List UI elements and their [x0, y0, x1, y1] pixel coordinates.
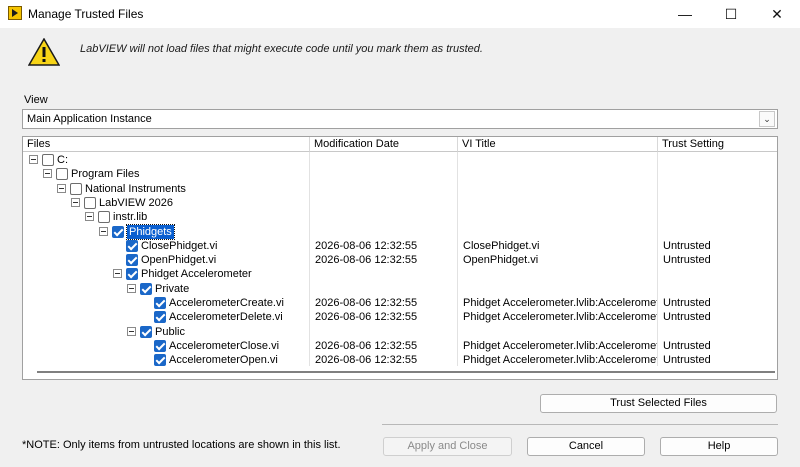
collapse-toggle-icon[interactable] [99, 226, 108, 236]
file-name[interactable]: instr.lib [113, 210, 147, 224]
untrusted-note: *NOTE: Only items from untrusted locatio… [22, 439, 341, 451]
table-row[interactable]: AccelerometerClose.vi 2026-08-06 12:32:55… [23, 339, 777, 353]
trust-checkbox[interactable] [140, 282, 152, 295]
trust-checkbox[interactable] [140, 325, 152, 338]
file-name[interactable]: Public [155, 325, 185, 339]
trust-checkbox[interactable] [70, 182, 82, 195]
trust-setting-cell: Untrusted [663, 297, 711, 309]
separator [382, 424, 778, 425]
trust-checkbox[interactable] [84, 196, 96, 209]
file-name[interactable]: National Instruments [85, 182, 186, 196]
table-row[interactable]: Phidget Accelerometer [23, 267, 777, 281]
table-row[interactable]: Phidgets [23, 223, 777, 240]
table-row[interactable]: AccelerometerDelete.vi 2026-08-06 12:32:5… [23, 310, 777, 324]
modification-date-cell: 2026-08-06 12:32:55 [315, 354, 418, 367]
file-name[interactable]: ClosePhidget.vi [141, 239, 217, 253]
apply-and-close-button[interactable]: Apply and Close [383, 437, 512, 456]
file-name[interactable]: Program Files [71, 167, 139, 181]
trust-checkbox[interactable] [112, 225, 124, 238]
files-tree-table[interactable]: Files Modification Date VI Title Trust S… [22, 136, 778, 380]
trust-checkbox[interactable] [126, 268, 138, 281]
file-name[interactable]: LabVIEW 2026 [99, 196, 173, 210]
table-row[interactable]: C: [23, 153, 777, 167]
collapse-toggle-icon[interactable] [127, 326, 136, 336]
collapse-toggle-icon[interactable] [85, 212, 94, 222]
view-dropdown[interactable]: Main Application Instance ⌄ [22, 109, 778, 129]
vi-title-cell: ClosePhidget.vi [463, 239, 540, 252]
warning-message: LabVIEW will not load files that might e… [80, 43, 483, 55]
collapse-toggle-icon[interactable] [29, 155, 38, 164]
horizontal-scrollbar[interactable] [37, 371, 775, 373]
table-row[interactable]: LabVIEW 2026 [23, 196, 777, 210]
table-row[interactable]: Program Files [23, 167, 777, 181]
minimize-button[interactable]: — [662, 0, 708, 28]
trust-checkbox[interactable] [126, 254, 138, 267]
file-name[interactable]: Private [155, 282, 189, 296]
column-header-modification-date[interactable]: Modification Date [310, 137, 458, 152]
maximize-button[interactable]: ☐ [708, 0, 754, 28]
file-name[interactable]: AccelerometerDelete.vi [169, 310, 283, 324]
chevron-down-icon[interactable]: ⌄ [759, 111, 775, 127]
window-title: Manage Trusted Files [28, 7, 144, 21]
labview-icon [8, 6, 22, 20]
trust-checkbox[interactable] [56, 168, 68, 181]
close-button[interactable]: ✕ [754, 0, 800, 28]
modification-date-cell: 2026-08-06 12:32:55 [315, 339, 418, 352]
column-header-files[interactable]: Files [23, 137, 310, 152]
collapse-toggle-icon[interactable] [57, 183, 66, 193]
file-name[interactable]: AccelerometerCreate.vi [169, 296, 284, 310]
trust-checkbox[interactable] [154, 354, 166, 367]
trust-setting-cell: Untrusted [663, 254, 711, 267]
trust-setting-cell: Untrusted [663, 239, 711, 252]
table-row[interactable]: Public [23, 325, 777, 339]
collapse-toggle-icon[interactable] [127, 283, 136, 293]
trust-checkbox[interactable] [154, 339, 166, 352]
vi-title-cell: OpenPhidget.vi [463, 254, 539, 267]
title-bar: Manage Trusted Files — ☐ ✕ [0, 0, 800, 28]
vi-title-cell: Phidget Accelerometer.lvlib:Acceleromet [463, 311, 657, 324]
vi-title-cell: Phidget Accelerometer.lvlib:Acceleromet [463, 297, 657, 309]
warning-icon [28, 38, 60, 66]
trust-checkbox[interactable] [42, 154, 54, 166]
trust-checkbox[interactable] [126, 239, 138, 252]
table-row[interactable]: Private [23, 282, 777, 296]
collapse-toggle-icon[interactable] [43, 169, 52, 179]
collapse-toggle-icon[interactable] [71, 197, 80, 207]
vi-title-cell: Phidget Accelerometer.lvlib:Acceleromet [463, 339, 657, 352]
cancel-button[interactable]: Cancel [527, 437, 645, 456]
file-name[interactable]: Phidgets [126, 223, 175, 240]
modification-date-cell: 2026-08-06 12:32:55 [315, 254, 418, 267]
table-row[interactable]: AccelerometerOpen.vi 2026-08-06 12:32:55 P… [23, 353, 777, 367]
table-row[interactable]: OpenPhidget.vi 2026-08-06 12:32:55 OpenPhi… [23, 253, 777, 267]
table-row[interactable]: AccelerometerCreate.vi 2026-08-06 12:32:5… [23, 296, 777, 310]
file-name[interactable]: Phidget Accelerometer [141, 267, 252, 281]
file-name[interactable]: AccelerometerOpen.vi [169, 353, 278, 367]
table-row[interactable]: instr.lib [23, 210, 777, 224]
view-label: View [24, 94, 48, 106]
table-row[interactable]: National Instruments [23, 182, 777, 196]
file-name[interactable]: C: [57, 153, 68, 167]
trust-checkbox[interactable] [98, 211, 110, 224]
column-header-trust-setting[interactable]: Trust Setting [658, 137, 777, 152]
column-header-vi-title[interactable]: VI Title [458, 137, 658, 152]
modification-date-cell: 2026-08-06 12:32:55 [315, 311, 418, 324]
modification-date-cell: 2026-08-06 12:32:55 [315, 239, 418, 252]
file-name[interactable]: AccelerometerClose.vi [169, 339, 279, 353]
trust-setting-cell: Untrusted [663, 311, 711, 324]
view-dropdown-value: Main Application Instance [27, 113, 152, 125]
trust-selected-files-button[interactable]: Trust Selected Files [540, 394, 777, 413]
collapse-toggle-icon[interactable] [113, 269, 122, 279]
trust-checkbox[interactable] [154, 311, 166, 324]
vi-title-cell: Phidget Accelerometer.lvlib:Acceleromet [463, 354, 657, 367]
help-button[interactable]: Help [660, 437, 778, 456]
file-name[interactable]: OpenPhidget.vi [141, 253, 216, 267]
modification-date-cell: 2026-08-06 12:32:55 [315, 297, 418, 309]
trust-setting-cell: Untrusted [663, 354, 711, 367]
trust-setting-cell: Untrusted [663, 339, 711, 352]
trust-checkbox[interactable] [154, 297, 166, 309]
table-row[interactable]: ClosePhidget.vi 2026-08-06 12:32:55 CloseP… [23, 239, 777, 253]
